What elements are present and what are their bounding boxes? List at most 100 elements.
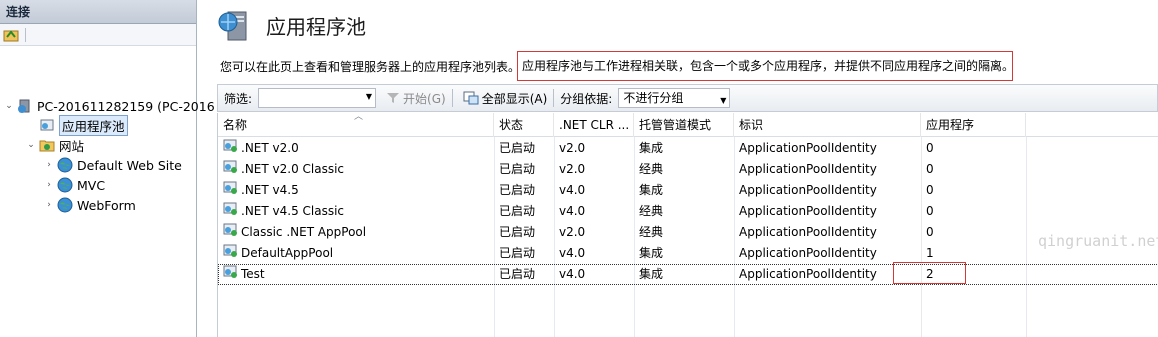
table-row[interactable]: Test 已启动 v4.0 集成 ApplicationPoolIdentity 2 bbox=[218, 264, 1158, 285]
group-by-select[interactable]: 不进行分组 ▼ bbox=[618, 88, 731, 110]
app-pool-icon bbox=[222, 243, 238, 264]
tree-item[interactable]: ⌄ PC-201611282159 (PC-2016 bbox=[4, 96, 215, 116]
table-cell: ApplicationPoolIdentity bbox=[739, 204, 877, 218]
chevron-down-icon[interactable]: ▼ bbox=[720, 92, 726, 110]
table-cell: ApplicationPoolIdentity bbox=[739, 225, 877, 239]
table-cell: v2.0 bbox=[559, 225, 586, 239]
tree-item-label: PC-201611282159 (PC-2016 bbox=[37, 98, 215, 114]
table-row[interactable]: DefaultAppPool 已启动 v4.0 集成 ApplicationPoolId… bbox=[218, 243, 1158, 264]
table-cell: 已启动 bbox=[499, 204, 536, 218]
table-cell: 0 bbox=[926, 162, 934, 176]
table-cell: ApplicationPoolIdentity bbox=[739, 141, 877, 155]
table-header: ︿ 名称 状态 .NET CLR ... 托管管道模式 标识 应用程序 bbox=[218, 112, 1158, 137]
show-all-icon bbox=[463, 91, 479, 105]
tree-item[interactable]: › Default Web Site bbox=[44, 155, 182, 175]
table-cell: 已启动 bbox=[499, 162, 536, 176]
table-row[interactable]: .NET v4.5 Classic 已启动 v4.0 经典 ApplicationPoo… bbox=[218, 201, 1158, 222]
connections-title: 连接 bbox=[0, 0, 196, 24]
column-header[interactable]: .NET CLR ... bbox=[554, 113, 634, 137]
table-cell: 经典 bbox=[639, 162, 664, 176]
go-button[interactable]: 开始(G) bbox=[386, 90, 446, 107]
description-highlight: 应用程序池与工作进程相关联，包含一个或多个应用程序，并提供不同应用程序之间的隔离… bbox=[517, 51, 1014, 81]
column-header[interactable]: 状态 bbox=[494, 113, 554, 137]
app-pool-icon bbox=[222, 180, 238, 201]
pool-name: .NET v2.0 bbox=[241, 141, 299, 155]
table-cell: v4.0 bbox=[559, 204, 586, 218]
table-cell: ApplicationPoolIdentity bbox=[739, 162, 877, 176]
table-row[interactable]: Classic .NET AppPool 已启动 v2.0 经典 Application… bbox=[218, 222, 1158, 243]
globe-icon bbox=[57, 177, 73, 193]
tree-item[interactable]: › MVC bbox=[44, 175, 105, 195]
table-row[interactable]: .NET v2.0 Classic 已启动 v2.0 经典 ApplicationPoo… bbox=[218, 159, 1158, 180]
chevron-down-icon[interactable]: ⌄ bbox=[26, 140, 36, 150]
tree-item[interactable]: ⌄ 网站 bbox=[26, 135, 84, 155]
table-cell: v4.0 bbox=[559, 183, 586, 197]
chevron-right-icon[interactable]: › bbox=[44, 180, 54, 190]
column-header[interactable]: 应用程序 bbox=[921, 113, 1026, 137]
table-row[interactable]: .NET v4.5 已启动 v4.0 集成 ApplicationPoolIdentit… bbox=[218, 180, 1158, 201]
pool-name: Test bbox=[241, 267, 265, 281]
table-cell: 经典 bbox=[639, 204, 664, 218]
table-cell: .NET v2.0 Classic bbox=[218, 159, 494, 180]
server-icon bbox=[17, 98, 33, 114]
column-header[interactable]: 托管管道模式 bbox=[634, 113, 734, 137]
table-cell: v2.0 bbox=[559, 162, 586, 176]
table-cell: 已启动 bbox=[499, 183, 536, 197]
table-cell: ApplicationPoolIdentity bbox=[739, 183, 877, 197]
app-pool-icon bbox=[222, 138, 238, 159]
app-pool-icon bbox=[222, 159, 238, 180]
toolbar-separator bbox=[25, 27, 26, 42]
funnel-icon bbox=[387, 93, 400, 103]
applications-count-highlight bbox=[893, 262, 966, 284]
table-cell: 0 bbox=[926, 225, 934, 239]
table-cell: ApplicationPoolIdentity bbox=[739, 246, 877, 260]
connections-toolbar bbox=[0, 24, 196, 46]
pool-name: .NET v4.5 Classic bbox=[241, 204, 345, 218]
tree-item-label: 应用程序池 bbox=[59, 114, 128, 136]
column-header[interactable]: 标识 bbox=[734, 113, 921, 137]
tree-item[interactable]: › WebForm bbox=[44, 195, 136, 215]
page-title: 应用程序池 bbox=[266, 14, 366, 39]
table-cell: 集成 bbox=[639, 246, 664, 260]
filter-input[interactable]: ▼ bbox=[258, 88, 377, 108]
go-label: 开始(G) bbox=[403, 91, 446, 106]
show-all-label: 全部显示(A) bbox=[481, 91, 548, 106]
chevron-right-icon[interactable]: › bbox=[44, 160, 54, 170]
table-cell: v4.0 bbox=[559, 267, 586, 281]
table-cell: .NET v2.0 bbox=[218, 138, 494, 159]
pool-name: Classic .NET AppPool bbox=[241, 225, 367, 239]
table-cell: 已启动 bbox=[499, 267, 536, 281]
column-header[interactable]: 名称 bbox=[218, 113, 494, 137]
table-cell: 0 bbox=[926, 204, 934, 218]
table-cell: 已启动 bbox=[499, 141, 536, 155]
tree-item-label: WebForm bbox=[77, 197, 136, 213]
tree-item-label: 网站 bbox=[59, 138, 85, 154]
tree-item[interactable]: 应用程序池 bbox=[26, 114, 128, 136]
tree-item-label: MVC bbox=[77, 177, 106, 193]
filter-separator-2 bbox=[553, 89, 555, 107]
table-cell: v4.0 bbox=[559, 246, 586, 260]
table-cell: .NET v4.5 Classic bbox=[218, 201, 494, 222]
app-pool-large-icon bbox=[218, 11, 247, 41]
table-cell: 0 bbox=[926, 141, 934, 155]
app-pool-icon bbox=[222, 222, 238, 243]
show-all-button[interactable]: 全部显示(A) bbox=[463, 90, 548, 107]
app-pool-icon bbox=[39, 117, 55, 133]
connect-icon[interactable] bbox=[3, 28, 19, 42]
pool-name: DefaultAppPool bbox=[241, 246, 334, 260]
filter-label: 筛选: bbox=[224, 91, 253, 106]
table-cell: 经典 bbox=[639, 225, 664, 239]
filter-bar: 筛选: ▼ 开始(G) 全部显示(A) 分组依据: 不进行分组 ▼ bbox=[217, 84, 1158, 112]
page-header: 应用程序池 bbox=[216, 8, 366, 42]
table-cell: .NET v4.5 bbox=[218, 180, 494, 201]
table-cell: 已启动 bbox=[499, 246, 536, 260]
table-cell: 已启动 bbox=[499, 225, 536, 239]
chevron-down-icon[interactable]: ⌄ bbox=[4, 101, 14, 111]
app-pools-table: ︿ 名称 状态 .NET CLR ... 托管管道模式 标识 应用程序 .NET v2.0… bbox=[217, 112, 1158, 337]
chevron-right-icon[interactable]: › bbox=[44, 200, 54, 210]
chevron-down-icon[interactable]: ▼ bbox=[366, 92, 372, 101]
group-by-value: 不进行分组 bbox=[623, 91, 684, 105]
table-row[interactable]: .NET v2.0 已启动 v2.0 集成 ApplicationPoolIdentit… bbox=[218, 138, 1158, 159]
tree-item-label: Default Web Site bbox=[77, 157, 182, 173]
pool-name: .NET v4.5 bbox=[241, 183, 299, 197]
